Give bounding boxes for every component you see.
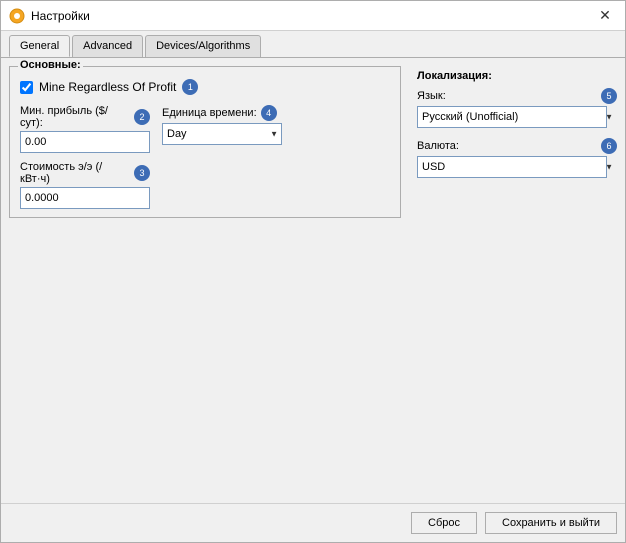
min-profit-label: Мин. прибыль ($/сут): <box>20 105 130 129</box>
min-profit-field: Мин. прибыль ($/сут): 2 <box>20 105 150 153</box>
localization-title: Локализация: <box>417 70 617 82</box>
currency-select[interactable]: USD EUR BTC <box>417 156 607 178</box>
currency-label: Валюта: <box>417 140 459 152</box>
close-button[interactable]: ✕ <box>593 4 617 28</box>
basics-group: Основные: Mine Regardless Of Profit 1 Ми… <box>9 66 401 218</box>
profit-time-row: Мин. прибыль ($/сут): 2 Единица времени:… <box>20 105 390 153</box>
right-panel: Локализация: Язык: 5 Русский (Unofficial… <box>417 66 617 495</box>
save-button[interactable]: Сохранить и выйти <box>485 512 617 534</box>
language-select[interactable]: Русский (Unofficial) English <box>417 106 607 128</box>
currency-field: Валюта: 6 USD EUR BTC ▼ <box>417 138 617 178</box>
window-title: Настройки <box>31 9 90 23</box>
bottom-bar: Сброс Сохранить и выйти <box>1 503 625 542</box>
group-title: Основные: <box>18 59 83 71</box>
app-icon <box>9 8 25 24</box>
time-unit-field: Единица времени: 4 Day Hour Week ▼ <box>162 105 282 145</box>
content-area: Основные: Mine Regardless Of Profit 1 Ми… <box>1 57 625 503</box>
left-panel: Основные: Mine Regardless Of Profit 1 Ми… <box>9 66 401 495</box>
electricity-label: Стоимость э/э (/кВт·ч) <box>20 161 130 185</box>
badge-4: 4 <box>261 105 277 121</box>
tab-devices-algorithms[interactable]: Devices/Algorithms <box>145 35 261 57</box>
reset-button[interactable]: Сброс <box>411 512 477 534</box>
localization-section: Локализация: Язык: 5 Русский (Unofficial… <box>417 70 617 178</box>
electricity-cost-input[interactable] <box>20 187 150 209</box>
language-select-wrapper: Русский (Unofficial) English ▼ <box>417 106 617 128</box>
electricity-cost-field: Стоимость э/э (/кВт·ч) 3 <box>20 161 150 209</box>
badge-2: 2 <box>134 109 150 125</box>
min-profit-label-row: Мин. прибыль ($/сут): 2 <box>20 105 150 129</box>
mine-regardless-checkbox[interactable] <box>20 81 33 94</box>
time-unit-label-row: Единица времени: 4 <box>162 105 282 121</box>
currency-select-wrapper: USD EUR BTC ▼ <box>417 156 617 178</box>
settings-window: Настройки ✕ General Advanced Devices/Alg… <box>0 0 626 543</box>
tab-bar: General Advanced Devices/Algorithms <box>1 31 625 57</box>
language-field: Язык: 5 Русский (Unofficial) English ▼ <box>417 88 617 128</box>
time-unit-select[interactable]: Day Hour Week <box>162 123 282 145</box>
mine-regardless-row: Mine Regardless Of Profit 1 <box>20 79 390 95</box>
badge-6: 6 <box>601 138 617 154</box>
time-unit-label: Единица времени: <box>162 107 257 119</box>
time-unit-select-wrapper: Day Hour Week ▼ <box>162 123 282 145</box>
badge-1: 1 <box>182 79 198 95</box>
electricity-label-row: Стоимость э/э (/кВт·ч) 3 <box>20 161 150 185</box>
badge-5: 5 <box>601 88 617 104</box>
language-label-row: Язык: 5 <box>417 88 617 104</box>
title-bar: Настройки ✕ <box>1 1 625 31</box>
currency-label-row: Валюта: 6 <box>417 138 617 154</box>
min-profit-input[interactable] <box>20 131 150 153</box>
title-bar-left: Настройки <box>9 8 90 24</box>
main-content: Основные: Mine Regardless Of Profit 1 Ми… <box>9 66 617 495</box>
badge-3: 3 <box>134 165 150 181</box>
mine-regardless-label: Mine Regardless Of Profit <box>39 80 176 94</box>
tab-general[interactable]: General <box>9 35 70 57</box>
tab-advanced[interactable]: Advanced <box>72 35 143 57</box>
language-label: Язык: <box>417 90 446 102</box>
